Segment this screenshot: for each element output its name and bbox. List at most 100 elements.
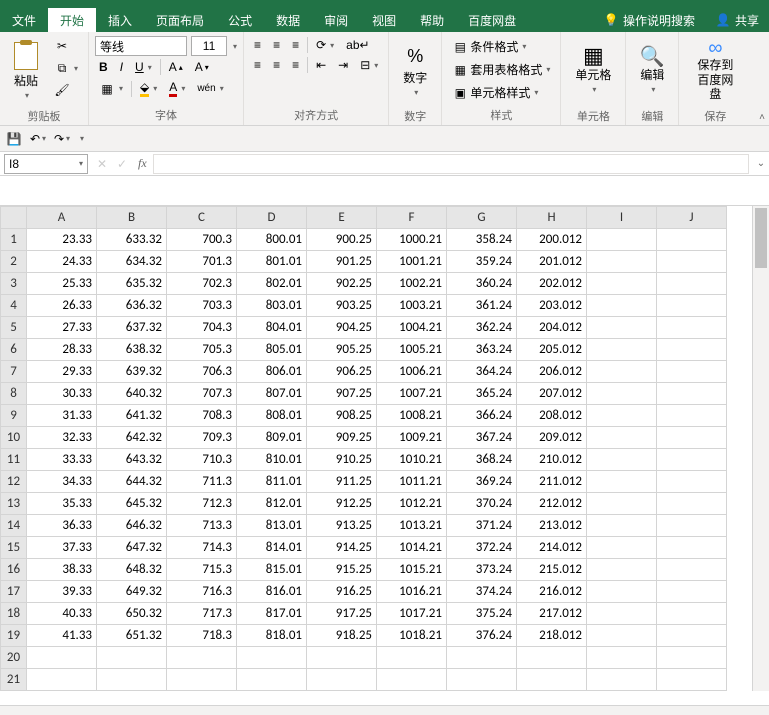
collapse-ribbon-button[interactable]: ˄	[759, 112, 765, 123]
cell[interactable]: 708.3	[167, 405, 237, 427]
cell[interactable]: 33.33	[27, 449, 97, 471]
cell[interactable]: 641.32	[97, 405, 167, 427]
chevron-down-icon[interactable]: ▾	[79, 159, 83, 168]
cell[interactable]: 912.25	[307, 493, 377, 515]
undo-button[interactable]: ↶▾	[30, 131, 46, 147]
cell[interactable]	[587, 273, 657, 295]
select-all-corner[interactable]	[1, 207, 27, 229]
cell[interactable]	[587, 493, 657, 515]
align-top-button[interactable]: ≡	[250, 36, 265, 54]
tab-home[interactable]: 开始	[48, 8, 96, 32]
column-header[interactable]: F	[377, 207, 447, 229]
number-format-button[interactable]: % 数字 ▾	[395, 36, 435, 106]
cell[interactable]	[587, 625, 657, 647]
cell[interactable]: 640.32	[97, 383, 167, 405]
row-header[interactable]: 20	[1, 647, 27, 669]
cell[interactable]: 27.33	[27, 317, 97, 339]
cell[interactable]: 40.33	[27, 603, 97, 625]
cell[interactable]	[27, 669, 97, 691]
cell[interactable]: 211.012	[517, 471, 587, 493]
cell[interactable]: 369.24	[447, 471, 517, 493]
cell[interactable]	[657, 669, 727, 691]
cell[interactable]: 916.25	[307, 581, 377, 603]
cell[interactable]	[587, 229, 657, 251]
cell[interactable]: 1006.21	[377, 361, 447, 383]
cell[interactable]: 812.01	[237, 493, 307, 515]
cell[interactable]: 200.012	[517, 229, 587, 251]
cell[interactable]: 908.25	[307, 405, 377, 427]
column-header[interactable]: E	[307, 207, 377, 229]
cell[interactable]	[657, 383, 727, 405]
cell[interactable]	[447, 647, 517, 669]
tab-data[interactable]: 数据	[264, 8, 312, 32]
cell[interactable]	[587, 537, 657, 559]
cell[interactable]	[307, 669, 377, 691]
cell[interactable]: 802.01	[237, 273, 307, 295]
cell[interactable]: 1011.21	[377, 471, 447, 493]
cell[interactable]: 910.25	[307, 449, 377, 471]
fill-color-button[interactable]: ⬙▾	[136, 78, 161, 99]
cell[interactable]: 808.01	[237, 405, 307, 427]
cell[interactable]	[97, 669, 167, 691]
cell[interactable]: 900.25	[307, 229, 377, 251]
align-middle-button[interactable]: ≡	[269, 36, 284, 54]
cell[interactable]: 1017.21	[377, 603, 447, 625]
cell[interactable]: 212.012	[517, 493, 587, 515]
row-header[interactable]: 1	[1, 229, 27, 251]
formula-bar[interactable]	[153, 154, 749, 174]
cell[interactable]: 1004.21	[377, 317, 447, 339]
row-header[interactable]: 16	[1, 559, 27, 581]
cell[interactable]	[587, 603, 657, 625]
tab-review[interactable]: 审阅	[312, 8, 360, 32]
cell[interactable]: 713.3	[167, 515, 237, 537]
bold-button[interactable]: B	[95, 58, 112, 76]
cell[interactable]: 26.33	[27, 295, 97, 317]
cell[interactable]: 714.3	[167, 537, 237, 559]
cut-button[interactable]: ✂	[50, 36, 82, 56]
cell[interactable]: 1015.21	[377, 559, 447, 581]
cell[interactable]	[587, 339, 657, 361]
cell[interactable]	[587, 317, 657, 339]
align-bottom-button[interactable]: ≡	[288, 36, 303, 54]
cell[interactable]: 1008.21	[377, 405, 447, 427]
cell[interactable]	[587, 669, 657, 691]
cell[interactable]: 360.24	[447, 273, 517, 295]
cell[interactable]: 917.25	[307, 603, 377, 625]
cell[interactable]: 205.012	[517, 339, 587, 361]
cell[interactable]	[587, 581, 657, 603]
edit-button[interactable]: 🔍 编辑 ▾	[632, 36, 672, 106]
cell[interactable]: 201.012	[517, 251, 587, 273]
row-header[interactable]: 15	[1, 537, 27, 559]
cell[interactable]: 911.25	[307, 471, 377, 493]
cell[interactable]: 701.3	[167, 251, 237, 273]
row-header[interactable]: 14	[1, 515, 27, 537]
cell[interactable]: 645.32	[97, 493, 167, 515]
row-header[interactable]: 18	[1, 603, 27, 625]
tab-view[interactable]: 视图	[360, 8, 408, 32]
cell[interactable]: 700.3	[167, 229, 237, 251]
cell[interactable]: 706.3	[167, 361, 237, 383]
redo-button[interactable]: ↷▾	[54, 131, 70, 147]
cell[interactable]: 28.33	[27, 339, 97, 361]
cell[interactable]	[587, 251, 657, 273]
cell[interactable]: 644.32	[97, 471, 167, 493]
cell[interactable]: 31.33	[27, 405, 97, 427]
table-format-button[interactable]: ▦套用表格格式▾	[448, 59, 554, 80]
cell[interactable]: 813.01	[237, 515, 307, 537]
cell[interactable]: 24.33	[27, 251, 97, 273]
cell[interactable]: 809.01	[237, 427, 307, 449]
increase-font-button[interactable]: A▴	[165, 58, 187, 76]
cell[interactable]	[657, 317, 727, 339]
cell[interactable]: 638.32	[97, 339, 167, 361]
save-icon[interactable]: 💾	[6, 131, 22, 147]
italic-button[interactable]: I	[116, 58, 127, 76]
cell[interactable]	[237, 669, 307, 691]
tab-insert[interactable]: 插入	[96, 8, 144, 32]
cell[interactable]: 913.25	[307, 515, 377, 537]
row-header[interactable]: 4	[1, 295, 27, 317]
cell[interactable]	[657, 647, 727, 669]
cell[interactable]: 358.24	[447, 229, 517, 251]
cell[interactable]: 718.3	[167, 625, 237, 647]
cell[interactable]: 361.24	[447, 295, 517, 317]
cell[interactable]	[307, 647, 377, 669]
